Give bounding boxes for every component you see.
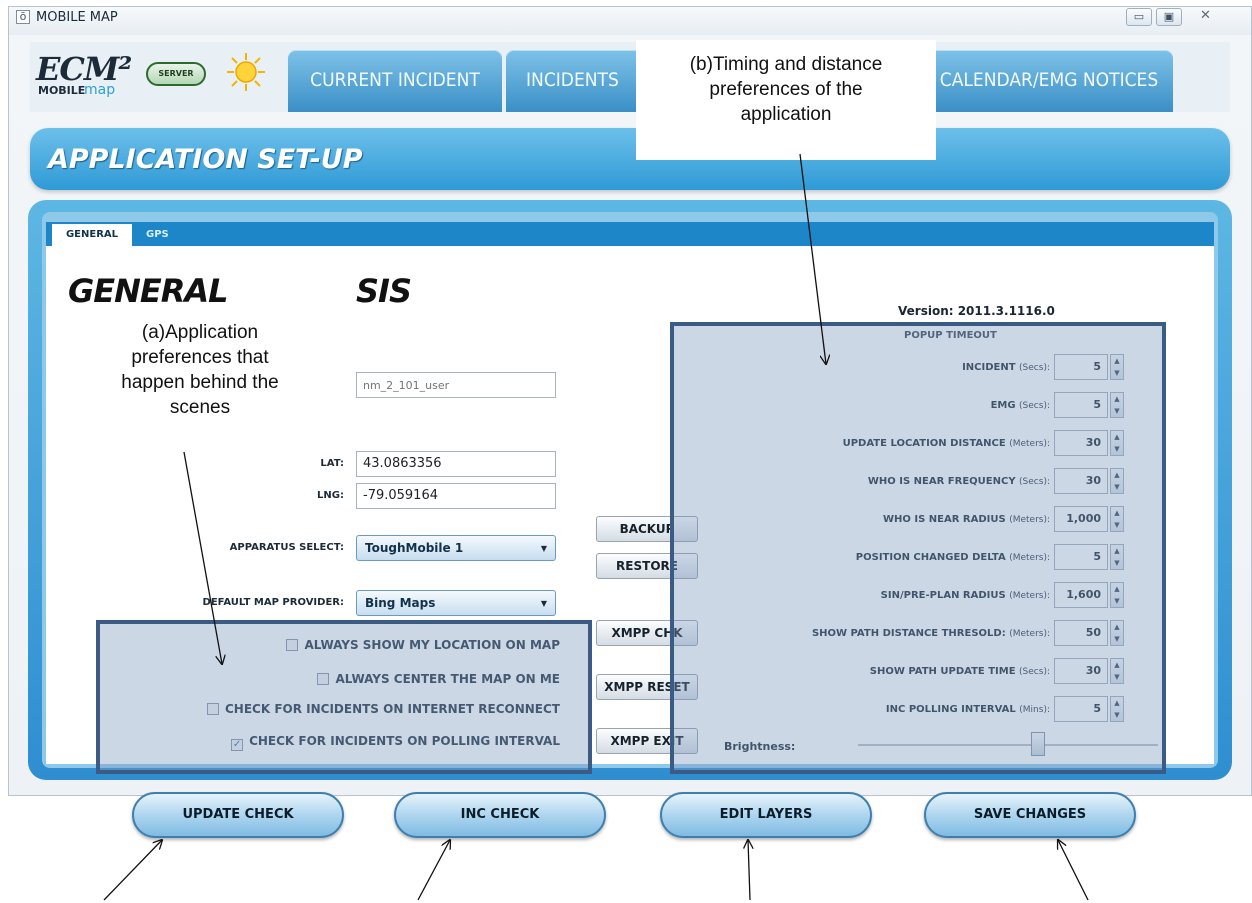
annotation-arrows xyxy=(103,153,1089,901)
